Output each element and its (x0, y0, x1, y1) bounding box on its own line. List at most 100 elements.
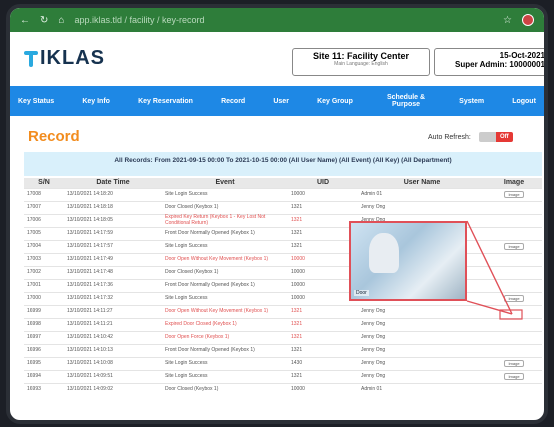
cell-uid: 1321 (288, 317, 358, 331)
cell-datetime: 13/10/2021 14:17:32 (64, 291, 162, 305)
cell-username: Jenny Ong (358, 304, 486, 318)
nav-record[interactable]: Record (221, 98, 245, 105)
cell-sn: 17004 (24, 239, 64, 253)
cell-datetime: 13/10/2021 14:10:08 (64, 356, 162, 370)
table-row[interactable]: 17008 13/10/2021 14:18:20 Site Login Succe… (24, 187, 542, 201)
nav-key-reservation[interactable]: Key Reservation (138, 98, 193, 105)
nav-key-group[interactable]: Key Group (317, 98, 353, 105)
cell-uid: 1321 (288, 226, 358, 240)
cell-datetime: 13/10/2021 14:17:49 (64, 252, 162, 266)
address-bar[interactable]: app.iklas.tld / facility / key-record (74, 15, 493, 25)
snapshot-caption: Door (354, 290, 369, 296)
table-row[interactable]: 16995 13/10/2021 14:10:08 Site Login Succe… (24, 356, 542, 370)
table-header-row: S/N Date Time Event UID User Name Image (24, 178, 542, 188)
cell-image (486, 304, 542, 318)
col-username[interactable]: User Name (358, 178, 486, 188)
main-nav: Key Status Key Info Key Reservation Reco… (10, 86, 544, 116)
cell-sn: 17008 (24, 187, 64, 201)
cell-uid: 1321 (288, 304, 358, 318)
cell-uid: 10000 (288, 278, 358, 292)
table-row[interactable]: 16998 13/10/2021 14:11:21 Expired Door Clo… (24, 317, 542, 331)
star-icon[interactable]: ☆ (503, 15, 512, 26)
col-event[interactable]: Event (162, 178, 288, 188)
image-button[interactable]: Image (504, 242, 524, 250)
cell-uid: 1321 (288, 369, 358, 383)
cell-datetime: 13/10/2021 14:09:51 (64, 369, 162, 383)
cell-image (486, 278, 542, 292)
logo: IKLAS (24, 47, 105, 70)
cell-image (486, 200, 542, 214)
cell-event: Site Login Success (162, 356, 288, 370)
cell-image (486, 382, 542, 396)
cell-username: Jenny Ong (358, 343, 486, 357)
cell-image: Image (486, 369, 542, 383)
image-button[interactable]: Image (504, 294, 524, 302)
cell-uid: 10000 (288, 187, 358, 201)
cell-event: Door Open Without Key Movement (Keybox 1… (162, 304, 288, 318)
table-row[interactable]: 16996 13/10/2021 14:10:13 Front Door Norma… (24, 343, 542, 357)
cell-datetime: 13/10/2021 14:18:05 (64, 213, 162, 227)
table-row[interactable]: 16999 13/10/2021 14:11:27 Door Open Withou… (24, 304, 542, 318)
col-uid[interactable]: UID (288, 178, 358, 188)
cell-event: Front Door Normally Opened (Keybox 1) (162, 343, 288, 357)
nav-system[interactable]: System (459, 98, 484, 105)
cell-uid: 1321 (288, 239, 358, 253)
current-date: 15-Oct-2021 (499, 51, 545, 60)
cell-uid: 1321 (288, 213, 358, 227)
snapshot-person (369, 233, 399, 273)
cell-uid: 10000 (288, 252, 358, 266)
image-button[interactable]: Image (504, 190, 524, 198)
back-icon[interactable]: ← (20, 15, 30, 26)
cell-uid: 1321 (288, 330, 358, 344)
nav-logout[interactable]: Logout (512, 98, 536, 105)
cell-username: Jenny Ong (358, 330, 486, 344)
cell-datetime: 13/10/2021 14:17:48 (64, 265, 162, 279)
table-row[interactable]: 16994 13/10/2021 14:09:51 Site Login Succe… (24, 369, 542, 383)
auto-refresh-state: Off (495, 132, 513, 142)
reload-icon[interactable]: ↻ (40, 15, 48, 26)
cell-image (486, 226, 542, 240)
filter-banner: All Records: From 2021-09-15 00:00 To 20… (24, 152, 542, 176)
cell-uid: 1430 (288, 356, 358, 370)
col-image: Image (486, 178, 542, 188)
nav-schedule-purpose[interactable]: Schedule & Purpose (381, 94, 431, 108)
auto-refresh-label: Auto Refresh: (428, 133, 471, 141)
cell-image (486, 252, 542, 266)
cell-event: Door Closed (Keybox 1) (162, 265, 288, 279)
nav-key-info[interactable]: Key Info (82, 98, 110, 105)
admin-label: Super Admin: 10000001 (455, 60, 545, 69)
table-row[interactable]: 16993 13/10/2021 14:09:02 Door Closed (Key… (24, 382, 542, 396)
cell-username: Jenny Ong (358, 369, 486, 383)
cell-uid: 10000 (288, 265, 358, 279)
col-sn[interactable]: S/N (24, 178, 64, 188)
home-icon[interactable]: ⌂ (58, 15, 64, 26)
nav-user[interactable]: User (273, 98, 289, 105)
table-row[interactable]: 17007 13/10/2021 14:18:18 Door Closed (Key… (24, 200, 542, 214)
cell-event: Expired Door Closed (Keybox 1) (162, 317, 288, 331)
cell-image (486, 343, 542, 357)
cell-datetime: 13/10/2021 14:09:02 (64, 382, 162, 396)
cell-event: Front Door Normally Opened (Keybox 1) (162, 226, 288, 240)
snapshot-preview[interactable]: Door (349, 221, 467, 301)
cell-sn: 17002 (24, 265, 64, 279)
cell-image: Image (486, 291, 542, 305)
cell-event: Site Login Success (162, 187, 288, 201)
site-selector[interactable]: Site 11: Facility Center Main Language: … (292, 48, 430, 76)
logo-mark-icon (24, 49, 38, 67)
cell-sn: 16996 (24, 343, 64, 357)
image-button[interactable]: Image (504, 359, 524, 367)
col-datetime[interactable]: Date Time (64, 178, 162, 188)
table-row[interactable]: 16997 13/10/2021 14:10:42 Door Open Force … (24, 330, 542, 344)
auto-refresh-toggle[interactable]: Off (478, 132, 513, 142)
cell-event: Site Login Success (162, 291, 288, 305)
profile-avatar[interactable] (522, 14, 534, 26)
cell-image (486, 330, 542, 344)
cell-datetime: 13/10/2021 14:11:21 (64, 317, 162, 331)
cell-event: Door Closed (Keybox 1) (162, 382, 288, 396)
image-button[interactable]: Image (504, 372, 524, 380)
nav-key-status[interactable]: Key Status (18, 98, 54, 105)
cell-sn: 17005 (24, 226, 64, 240)
cell-datetime: 13/10/2021 14:17:57 (64, 239, 162, 253)
cell-sn: 16994 (24, 369, 64, 383)
auto-refresh: Auto Refresh: Off (428, 132, 513, 142)
